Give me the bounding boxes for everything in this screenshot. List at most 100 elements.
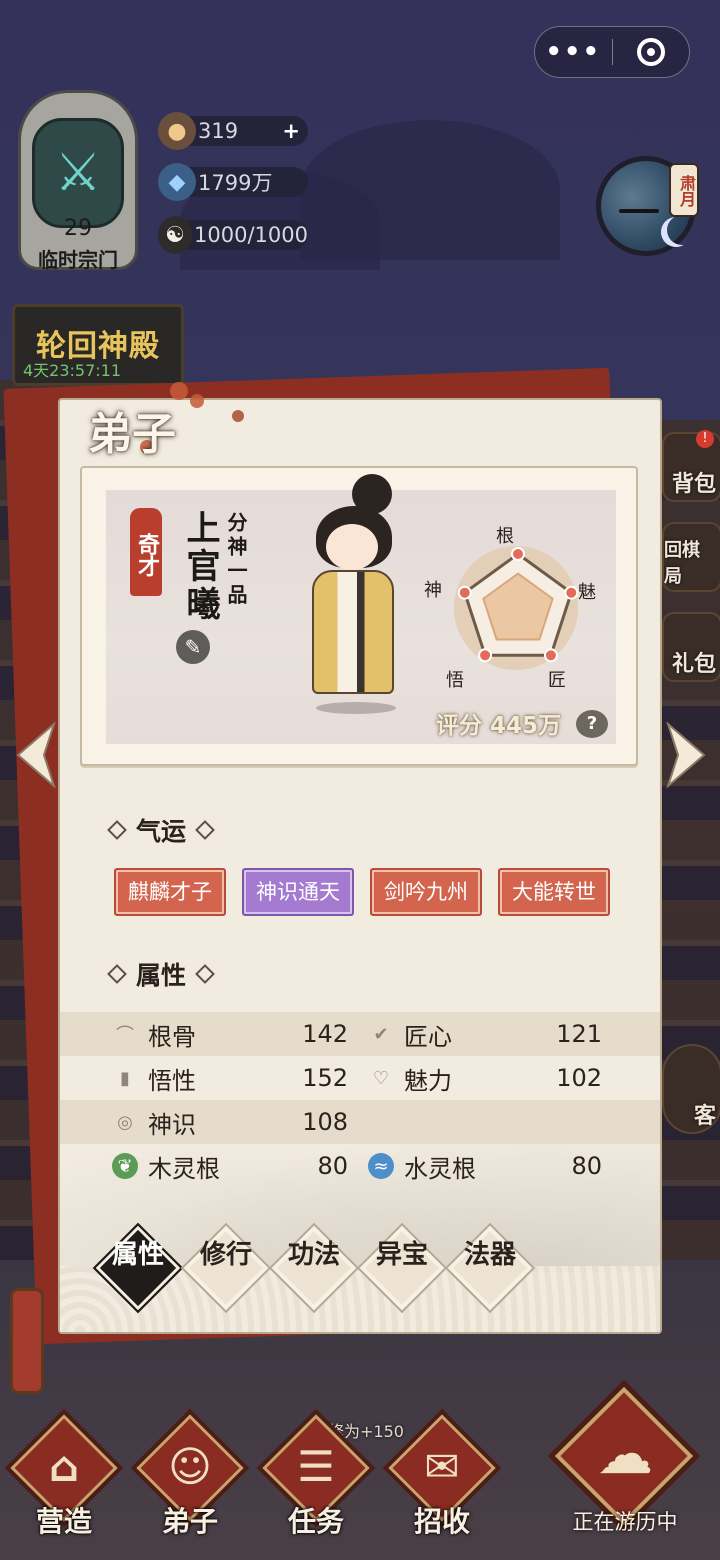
attribute-row: ❦ 木灵根 80 ≈ 水灵根 80 [60,1144,660,1188]
task-icon: ☰ [297,1442,335,1491]
sect-level: 29 [64,216,92,241]
water-root-icon: ≈ [368,1153,394,1179]
attributes-heading-text: 属性 [136,961,187,990]
attr-value: 121 [556,1020,602,1048]
radar-vertex-star-icon [457,585,472,600]
radar-label-gen: 根 [496,526,514,547]
diamond-icon [195,964,215,984]
side-item-bag[interactable]: ! 背包 [662,430,720,502]
attribute-row: ▮ 悟性 152 ♡ 魅力 102 [60,1056,660,1100]
tab-artifacts-label: 法器 [463,1240,516,1270]
attr-value: 80 [317,1152,348,1180]
side-item-label: 礼包 [671,652,716,677]
side-item-label: 背包 [671,472,716,497]
wood-root-icon: ❦ [112,1153,138,1179]
resource-spirit-orb[interactable]: ● 319 + [158,112,308,150]
radar-vertex-star-icon [478,648,493,663]
attr-label: 悟性 [148,1066,196,1095]
travel-button[interactable]: ☁ 正在游历中 [540,1379,710,1550]
tab-attributes-label: 属性 [111,1240,164,1270]
more-menu-button[interactable]: ••• [535,28,612,76]
mini-program-capsule: ••• [534,26,690,78]
side-item-label: 回棋局 [664,540,700,587]
resource-taiji[interactable]: ☯ 1000/1000 [158,216,308,254]
disciple-rank: 分神一品 [224,512,248,608]
tab-cultivation-label: 修行 [199,1240,252,1270]
radar-vertex-star-icon [564,585,579,600]
taiji-icon: ☯ [158,216,193,254]
prev-disciple-arrow-icon[interactable] [14,722,56,788]
attr-label: 根骨 [148,1022,196,1051]
scroll-icon[interactable] [10,1288,44,1394]
side-item-label: 客 [693,1104,716,1129]
attribute-row: ⌒ 根骨 142 ✔ 匠心 121 [60,1012,660,1056]
spirit-orb-icon: ● [158,112,196,150]
next-disciple-arrow-icon[interactable] [666,722,708,788]
tab-treasures-label: 异宝 [375,1240,428,1270]
radar-vertex-star-icon [543,648,558,663]
moon-clock[interactable]: 肃月 [596,156,699,256]
nav-build[interactable]: ⌂ 营造 [4,1408,124,1550]
sect-emblem[interactable]: ⚔ 29 临时宗门 [8,78,148,278]
side-item-gift[interactable]: 礼包 [662,612,720,682]
craft-icon: ✔ [373,1023,389,1045]
radar-label-wu: 悟 [446,670,464,691]
fortune-heading-text: 气运 [136,817,187,846]
nav-task[interactable]: ☰ 任务 [256,1408,376,1550]
attr-label: 魅力 [404,1066,452,1095]
attribute-row: ◎ 神识 108 [60,1100,660,1144]
talent-tag: 奇才 [130,508,162,596]
spirit-stone-icon: ◆ [158,163,196,201]
heart-icon: ♡ [372,1067,390,1089]
nav-disciple[interactable]: ☺ 弟子 [130,1408,250,1550]
add-icon[interactable]: + [282,119,300,143]
attr-value: 108 [302,1108,348,1136]
nav-label: 弟子 [161,1505,218,1538]
fortune-heading: 气运 [107,812,215,848]
building-icon: ⌂ [48,1442,80,1491]
side-item-chess[interactable]: 回棋局 [662,522,720,592]
tab-techniques-label: 功法 [287,1240,340,1270]
fortune-item[interactable]: 麒麟才子 [114,868,226,916]
fortune-item[interactable]: 大能转世 [498,868,610,916]
alert-badge: ! [696,430,714,448]
resource-spirit-stone[interactable]: ◆ 1799万 [158,163,308,201]
fortune-item[interactable]: 神识通天 [242,868,354,916]
panel-title: 弟子 [88,409,176,460]
side-item-guest[interactable]: 客 [662,1044,720,1134]
mind-icon: ◎ [117,1111,133,1133]
attr-value: 102 [556,1064,602,1092]
nav-label: 营造 [35,1505,92,1538]
fortune-item[interactable]: 剑吟九州 [370,868,482,916]
event-countdown: 4天23:57:11 [23,361,122,380]
book-icon: ▮ [120,1067,130,1089]
brush-icon[interactable]: ✎ [176,630,210,664]
diamond-icon [107,964,127,984]
attr-value: 142 [302,1020,348,1048]
radar-label-jiang: 匠 [548,670,566,691]
event-banner[interactable]: 轮回神殿 4天23:57:11 [12,304,184,386]
disciple-portrait [296,474,406,724]
resource-value: 1000/1000 [194,223,308,247]
crescent-moon-icon [667,215,697,245]
nav-recruit[interactable]: ✉ 招收 [382,1408,502,1550]
moon-tag: 肃月 [669,163,699,217]
bone-icon: ⌒ [116,1025,134,1046]
sect-name: 临时宗门 [38,248,118,272]
attributes-heading: 属性 [107,956,215,992]
disciple-score: 评分 445万 [436,713,562,739]
attr-value: 80 [571,1152,602,1180]
disciple-icon: ☺ [168,1442,212,1491]
attr-label: 木灵根 [148,1154,220,1183]
travel-icon: ☁ [597,1422,653,1487]
resource-value: 1799万 [198,171,273,195]
sword-emblem-icon: ⚔ [32,118,124,228]
help-icon[interactable]: ? [576,710,608,738]
nav-label: 任务 [287,1505,344,1538]
attr-value: 152 [302,1064,348,1092]
disciple-name: 上官曦 [180,510,220,624]
close-program-button[interactable] [613,38,690,66]
target-icon [636,38,665,66]
diamond-icon [195,820,215,840]
attr-label: 水灵根 [404,1154,476,1183]
